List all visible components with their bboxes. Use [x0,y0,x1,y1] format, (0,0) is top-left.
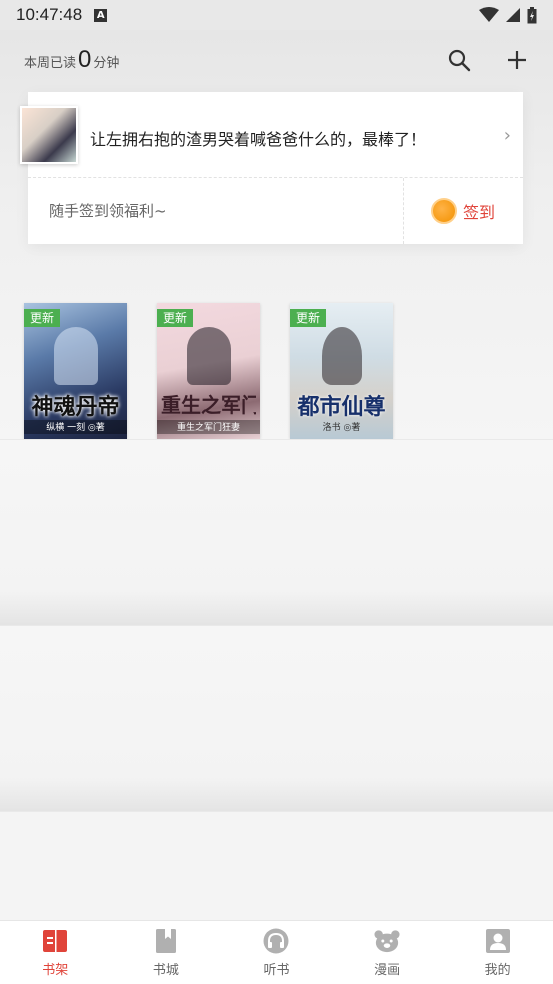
update-badge: 更新 [24,309,61,327]
weekly-reading-stat: 本周已读 0 分钟 [24,46,119,74]
book-author: 纵横 一刻 ◎著 [24,420,127,434]
bottom-nav: 书架 书城 听书 漫画 我的 [0,920,553,984]
nav-label: 我的 [484,962,511,978]
nav-bookshelf[interactable]: 书架 [0,921,111,984]
recommend-card: 让左拥右抱的渣男哭着喊爸爸什么的，最棒了！ › 随手签到领福利~ 签到 [20,92,523,244]
book-author: 洛书 ◎著 [322,423,361,433]
status-bar: 10:47:48 A [0,0,553,30]
nav-comics[interactable]: 漫画 [332,921,443,984]
checkin-label: 签到 [463,203,496,222]
update-badge: 更新 [290,309,327,327]
add-icon[interactable] [505,48,529,72]
notification-icon: A [94,8,108,22]
checkin-prompt: 随手签到领福利~ [49,202,167,220]
recommend-cover-thumbnail [20,106,78,164]
reading-minutes: 0 [78,46,92,73]
reading-prefix: 本周已读 [24,56,77,71]
book-cover[interactable]: 更新 都市仙尊 洛书 ◎著 [290,303,393,439]
signal-icon [506,8,520,22]
recommend-quote: 让左拥右抱的渣男哭着喊爸爸什么的，最棒了！ [90,130,427,149]
book-title: 神魂丹帝 [31,394,120,420]
bear-icon [374,929,400,952]
reading-suffix: 分钟 [93,56,120,71]
book-cover[interactable]: 更新 神魂丹帝 纵横 一刻 ◎著 [24,303,127,439]
headphones-icon [263,928,289,953]
nav-audiobook[interactable]: 听书 [221,921,332,984]
nav-profile[interactable]: 我的 [442,921,553,984]
cover-art [54,327,98,385]
nav-label: 书架 [42,962,69,978]
bookshelf-icon [43,929,68,952]
search-icon[interactable] [447,48,471,72]
bookshelf-header: 本周已读 0 分钟 [0,30,553,90]
status-icons [479,6,537,24]
nav-label: 漫画 [374,962,401,978]
cover-art [322,327,362,385]
book-author: 重生之军门狂妻 [157,420,260,434]
book-title: 都市仙尊 [297,394,386,420]
nav-bookstore[interactable]: 书城 [111,921,222,984]
bookstore-icon [155,928,176,953]
recommend-banner[interactable]: 让左拥右抱的渣男哭着喊爸爸什么的，最棒了！ › [20,92,523,178]
cover-art [187,327,231,385]
battery-icon [527,6,537,23]
status-time: 10:47:48 [16,5,83,24]
book-cover[interactable]: 更新 重生之军门狂妻 重生之军门狂妻 [157,303,260,439]
update-badge: 更新 [157,309,194,327]
nav-label: 听书 [263,962,290,978]
nav-label: 书城 [152,962,179,978]
chevron-right-icon: › [503,125,511,146]
empty-shelf [0,625,553,811]
checkin-button[interactable]: 签到 [431,198,495,224]
coin-icon [431,198,457,224]
empty-shelf [0,439,553,625]
checkin-divider [403,178,404,244]
checkin-row: 随手签到领福利~ 签到 [28,178,523,244]
book-title: 重生之军门狂妻 [161,393,256,417]
profile-icon [485,928,510,953]
wifi-icon [479,7,499,22]
empty-shelf [0,811,553,920]
